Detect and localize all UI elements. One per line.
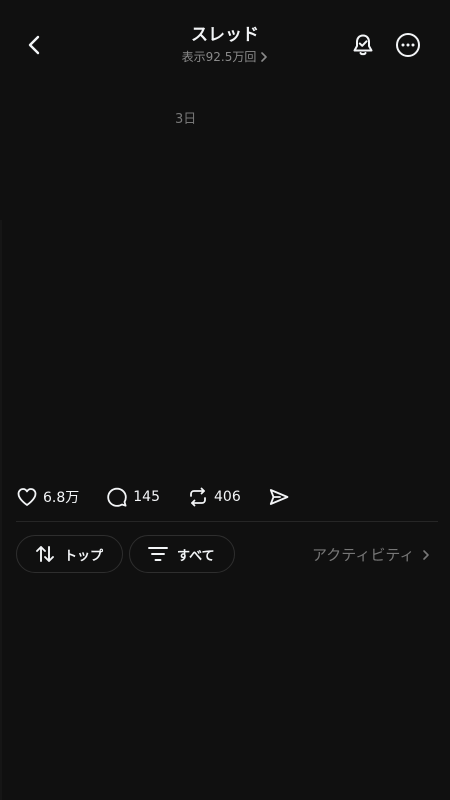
repost-icon <box>190 487 206 507</box>
title-block: スレッド 表示92.5万回 <box>0 24 450 65</box>
more-button[interactable] <box>393 30 423 60</box>
header: スレッド 表示92.5万回 <box>0 0 450 80</box>
activity-label: アクティビティ <box>312 546 415 564</box>
filter-lines-icon <box>148 547 168 561</box>
like-button[interactable]: 6.8万 <box>16 486 79 508</box>
sort-top-button[interactable]: トップ <box>16 535 123 573</box>
post-timestamp: 3日 <box>175 112 197 127</box>
page-title: スレッド <box>191 25 259 45</box>
bell-check-icon <box>353 34 373 56</box>
repost-button[interactable]: 406 <box>187 486 241 508</box>
activity-link[interactable]: アクティビティ <box>312 544 430 565</box>
section-divider <box>16 521 438 522</box>
post-actions: 6.8万 145 406 <box>16 484 317 510</box>
comment-icon <box>107 487 127 507</box>
share-button[interactable] <box>268 486 290 508</box>
sort-arrows-icon <box>36 546 54 562</box>
like-count: 6.8万 <box>43 490 80 506</box>
filter-all-label: すべて <box>177 548 215 564</box>
more-horizontal-icon <box>396 33 420 57</box>
edge-divider <box>0 220 2 800</box>
sort-top-label: トップ <box>64 548 104 564</box>
reply-button[interactable]: 145 <box>106 486 160 508</box>
send-icon <box>269 489 289 505</box>
filter-all-button[interactable]: すべて <box>129 535 235 573</box>
notify-button[interactable] <box>348 30 378 60</box>
views-count: 表示92.5万回 <box>181 50 257 64</box>
repost-count: 406 <box>214 489 241 505</box>
chevron-right-icon <box>261 52 268 62</box>
heart-icon <box>17 488 37 506</box>
reply-count: 145 <box>133 489 160 505</box>
chevron-right-icon <box>423 549 430 560</box>
views-link[interactable]: 表示92.5万回 <box>182 49 269 65</box>
thread-screen: スレッド 表示92.5万回 3日 6.8万 145 406 トップ すべて アク… <box>0 0 450 800</box>
